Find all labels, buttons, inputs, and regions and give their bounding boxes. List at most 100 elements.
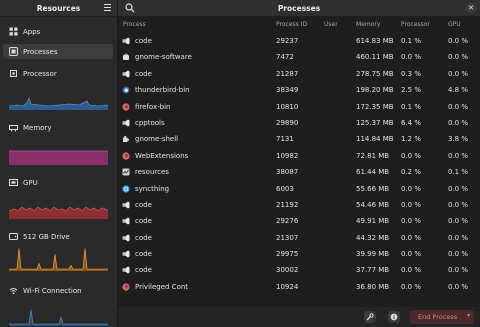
menu-icon[interactable] — [102, 2, 113, 13]
vscode-icon — [122, 70, 130, 78]
process-name: code — [135, 250, 152, 259]
process-name: syncthing — [135, 184, 170, 193]
search-icon[interactable] — [124, 2, 136, 14]
process-pid: 7131 — [276, 135, 294, 144]
process-memory: 36.80 MB — [356, 282, 390, 291]
process-gpu: 0.0 % — [448, 37, 469, 45]
process-cpu: 0.0 % — [401, 53, 422, 62]
process-pid: 38087 — [276, 168, 299, 177]
process-pid: 6003 — [276, 184, 294, 193]
process-name: WebExtensions — [135, 151, 189, 160]
table-row[interactable]: code 21192 54.46 MB 0.0 % 0.0 % — [118, 197, 480, 213]
syncthing-icon — [122, 184, 130, 193]
sidebar-item-processor[interactable]: Processor — [3, 66, 113, 81]
info-icon[interactable] — [388, 311, 400, 323]
process-cpu: 0.0 % — [401, 217, 422, 226]
firefox-icon — [122, 102, 130, 111]
gpu-usage-graph — [9, 206, 108, 219]
column-header-user[interactable]: User — [324, 21, 338, 28]
sidebar-item-label: Wi-Fi Connection — [23, 286, 82, 295]
process-cpu: 0.0 % — [401, 282, 422, 291]
column-header-processor[interactable]: Processor — [401, 21, 430, 28]
process-name: code — [135, 233, 152, 242]
process-gpu: 0.0 % — [448, 53, 469, 62]
sidebar-item-label: Apps — [23, 27, 41, 36]
process-cpu: 0.0 % — [401, 266, 422, 275]
close-icon[interactable]: ✕ — [466, 3, 476, 13]
process-pid: 29975 — [276, 250, 299, 259]
table-row[interactable]: code 29975 39.99 MB 0.0 % 0.0 % — [118, 246, 480, 262]
column-header-gpu[interactable]: GPU — [448, 21, 461, 28]
process-cpu: 0.0 % — [401, 200, 422, 209]
table-row[interactable]: code 21287 278.75 MB 0.3 % 0.0 % — [118, 66, 480, 82]
table-row[interactable]: thunderbird-bin 38349 198.20 MB 2.5 % 4.8 % — [118, 82, 480, 98]
vscode-icon — [122, 234, 130, 242]
vscode-icon — [122, 217, 130, 225]
sidebar-item-label: GPU — [23, 178, 38, 187]
chevron-down-icon[interactable]: ▾ — [467, 312, 470, 319]
thunderbird-icon — [122, 86, 130, 94]
process-pid: 10982 — [276, 151, 299, 160]
process-name: gnome-shell — [135, 135, 179, 144]
end-process-button[interactable]: End Process ▾ — [410, 310, 474, 324]
table-row[interactable]: code 21307 44.32 MB 0.0 % 0.0 % — [118, 230, 480, 246]
column-header-pid[interactable]: Process ID — [276, 21, 307, 28]
firefox-icon — [122, 283, 130, 291]
table-header: Process Process ID User Memory Processor… — [118, 17, 480, 32]
sidebar-item-apps[interactable]: Apps — [3, 24, 113, 39]
process-memory: 54.46 MB — [356, 200, 390, 209]
table-row[interactable]: gnome-software 7472 460.11 MB 0.0 % 0.0 % — [118, 49, 480, 65]
process-memory: 55.66 MB — [356, 184, 390, 193]
column-header-memory[interactable]: Memory — [356, 21, 380, 28]
table-row[interactable]: code 29276 49.91 MB 0.0 % 0.0 % — [118, 213, 480, 229]
table-row[interactable]: gnome-shell 7131 114.84 MB 1.2 % 3.8 % — [118, 131, 480, 147]
process-pid: 30002 — [276, 266, 299, 275]
table-row[interactable]: code 29237 614.83 MB 0.1 % 0.0 % — [118, 33, 480, 49]
sidebar-title: Resources — [36, 3, 81, 13]
memory-usage-graph — [9, 150, 108, 165]
processes-view: Processes ✕ Process Process ID User Memo… — [118, 0, 480, 327]
process-table: code 29237 614.83 MB 0.1 % 0.0 % gnome-softwa… — [118, 33, 480, 295]
process-gpu: 0.0 % — [448, 118, 469, 127]
table-row[interactable]: syncthing 6003 55.66 MB 0.0 % 0.0 % — [118, 181, 480, 197]
process-memory: 49.91 MB — [356, 217, 390, 226]
table-row[interactable]: resources 38087 61.44 MB 0.2 % 0.1 % — [118, 164, 480, 180]
process-pid: 38349 — [276, 86, 299, 95]
table-row[interactable]: WebExtensions 10982 72.81 MB 0.0 % 0.0 % — [118, 148, 480, 164]
table-row[interactable]: cpptools 29890 125.37 MB 6.4 % 0.0 % — [118, 115, 480, 131]
process-pid: 10810 — [276, 102, 299, 111]
sidebar-item-processes[interactable]: Processes — [3, 44, 113, 59]
process-gpu: 0.0 % — [448, 69, 469, 78]
processor-icon — [8, 69, 18, 78]
sidebar-item-label: Memory — [23, 123, 52, 132]
gpu-icon — [8, 178, 18, 187]
process-pid: 29237 — [276, 37, 299, 45]
process-gpu: 0.0 % — [448, 282, 469, 291]
sidebar-item-memory[interactable]: Memory — [3, 120, 113, 135]
sidebar-item-label: Processes — [23, 47, 58, 56]
process-name: gnome-software — [135, 53, 192, 62]
table-row[interactable]: code 30002 37.77 MB 0.0 % 0.0 % — [118, 262, 480, 278]
wifi-icon — [8, 286, 18, 295]
process-name: code — [135, 266, 152, 275]
sidebar-header: Resources — [0, 0, 117, 17]
sidebar-item-drive[interactable]: 512 GB Drive — [3, 229, 113, 244]
sidebar: Resources Apps Processes Processor Memor… — [0, 0, 118, 327]
page-title: Processes — [277, 3, 321, 13]
memory-icon — [8, 123, 18, 132]
process-name: code — [135, 200, 152, 209]
table-row[interactable]: Privileged Cont 10924 36.80 MB 0.0 % 0.0 % — [118, 279, 480, 295]
sidebar-item-gpu[interactable]: GPU — [3, 175, 113, 190]
process-name: cpptools — [135, 118, 165, 127]
process-memory: 614.83 MB — [356, 37, 394, 45]
process-name: firefox-bin — [135, 102, 171, 111]
column-header-process[interactable]: Process — [123, 21, 146, 28]
process-memory: 72.81 MB — [356, 151, 390, 160]
wrench-icon[interactable] — [364, 311, 376, 323]
process-cpu: 0.0 % — [401, 151, 422, 160]
sidebar-item-wifi[interactable]: Wi-Fi Connection — [3, 283, 113, 298]
vscode-icon — [122, 250, 130, 258]
table-row[interactable]: firefox-bin 10810 172.35 MB 0.1 % 0.0 % — [118, 99, 480, 115]
process-memory: 37.77 MB — [356, 266, 390, 275]
software-icon — [122, 53, 130, 61]
